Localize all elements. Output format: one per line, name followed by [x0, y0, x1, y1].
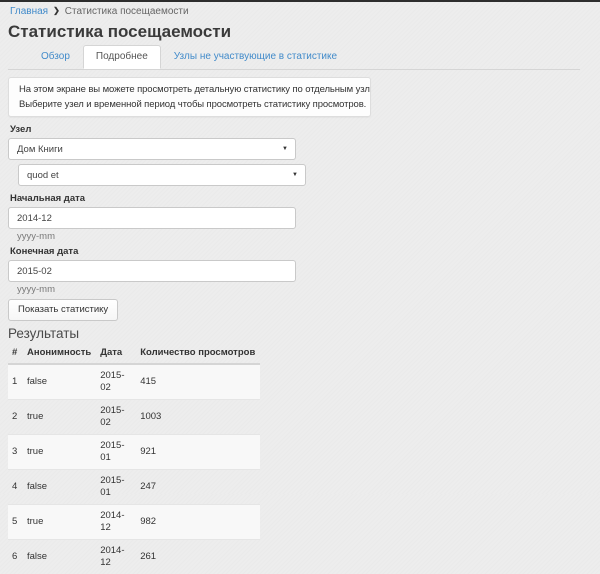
table-cell: 415 — [136, 364, 260, 400]
table-cell: 921 — [136, 435, 260, 470]
column-header: Количество просмотров — [136, 343, 260, 364]
table-cell: 2 — [8, 400, 23, 435]
tab-item: Подробнее — [83, 45, 161, 69]
tab-details[interactable]: Подробнее — [83, 45, 161, 69]
table-cell: true — [23, 505, 96, 540]
table-cell: 3 — [8, 435, 23, 470]
results-table-body: 1false2015-024152true2015-0210033true201… — [8, 364, 260, 574]
table-cell: 2015-01 — [96, 470, 136, 505]
info-box-line1: На этом экране вы можете просмотреть дет… — [19, 82, 360, 97]
show-statistics-button[interactable]: Показать статистику — [8, 299, 118, 321]
table-cell: 5 — [8, 505, 23, 540]
top-window-edge — [0, 0, 600, 2]
results-table-header-row: #АнонимностьДатаКоличество просмотров — [8, 343, 260, 364]
table-cell: false — [23, 364, 96, 400]
table-cell: 2015-01 — [96, 435, 136, 470]
start-date-label: Начальная дата — [10, 193, 592, 205]
statistics-form: Узел Дом Книги ▼ quod et ▼ Начальная дат… — [8, 124, 592, 321]
breadcrumb: Главная ❯ Статистика посещаемости — [10, 6, 592, 17]
table-row: 1false2015-02415 — [8, 364, 260, 400]
info-box: На этом экране вы можете просмотреть дет… — [8, 77, 371, 117]
results-heading: Результаты — [8, 327, 592, 341]
table-cell: true — [23, 400, 96, 435]
page-title: Статистика посещаемости — [8, 22, 592, 42]
tab-bar: ОбзорПодробнееУзлы не участвующие в стат… — [8, 45, 580, 70]
node-label: Узел — [10, 124, 592, 136]
start-date-format-hint: yyyy-mm — [17, 231, 592, 242]
table-cell: false — [23, 540, 96, 574]
table-cell: 2014-12 — [96, 540, 136, 574]
main-content: Главная ❯ Статистика посещаемости Статисти… — [0, 6, 600, 574]
table-row: 5true2014-12982 — [8, 505, 260, 540]
table-cell: 247 — [136, 470, 260, 505]
table-row: 6false2014-12261 — [8, 540, 260, 574]
table-row: 4false2015-01247 — [8, 470, 260, 505]
node-select-wrap: Дом Книги ▼ — [8, 138, 296, 160]
node-select[interactable]: Дом Книги — [8, 138, 296, 160]
tab-overview[interactable]: Обзор — [28, 45, 83, 69]
end-date-label: Конечная дата — [10, 246, 592, 258]
column-header: # — [8, 343, 23, 364]
child-node-select-wrap: quod et ▼ — [18, 164, 306, 186]
table-cell: 1003 — [136, 400, 260, 435]
column-header: Дата — [96, 343, 136, 364]
breadcrumb-home-link[interactable]: Главная — [10, 6, 48, 17]
start-date-input[interactable] — [8, 207, 296, 229]
table-row: 2true2015-021003 — [8, 400, 260, 435]
column-header: Анонимность — [23, 343, 96, 364]
table-cell: 2014-12 — [96, 505, 136, 540]
table-cell: true — [23, 435, 96, 470]
table-cell: false — [23, 470, 96, 505]
child-node-select[interactable]: quod et — [18, 164, 306, 186]
table-cell: 6 — [8, 540, 23, 574]
tabs: ОбзорПодробнееУзлы не участвующие в стат… — [8, 45, 580, 70]
info-box-line2: Выберите узел и временной период чтобы п… — [19, 97, 360, 112]
table-cell: 1 — [8, 364, 23, 400]
breadcrumb-current: Статистика посещаемости — [65, 6, 189, 17]
tab-item: Узлы не участвующие в статистике — [161, 45, 350, 69]
table-cell: 4 — [8, 470, 23, 505]
table-cell: 2015-02 — [96, 364, 136, 400]
end-date-format-hint: yyyy-mm — [17, 284, 592, 295]
tab-item: Обзор — [28, 45, 83, 69]
table-cell: 982 — [136, 505, 260, 540]
end-date-input[interactable] — [8, 260, 296, 282]
table-cell: 2015-02 — [96, 400, 136, 435]
breadcrumb-chevron-icon: ❯ — [53, 6, 60, 15]
table-row: 3true2015-01921 — [8, 435, 260, 470]
tab-nodes-not-in-statistics[interactable]: Узлы не участвующие в статистике — [161, 45, 350, 69]
table-cell: 261 — [136, 540, 260, 574]
results-table: #АнонимностьДатаКоличество просмотров 1f… — [8, 343, 260, 574]
